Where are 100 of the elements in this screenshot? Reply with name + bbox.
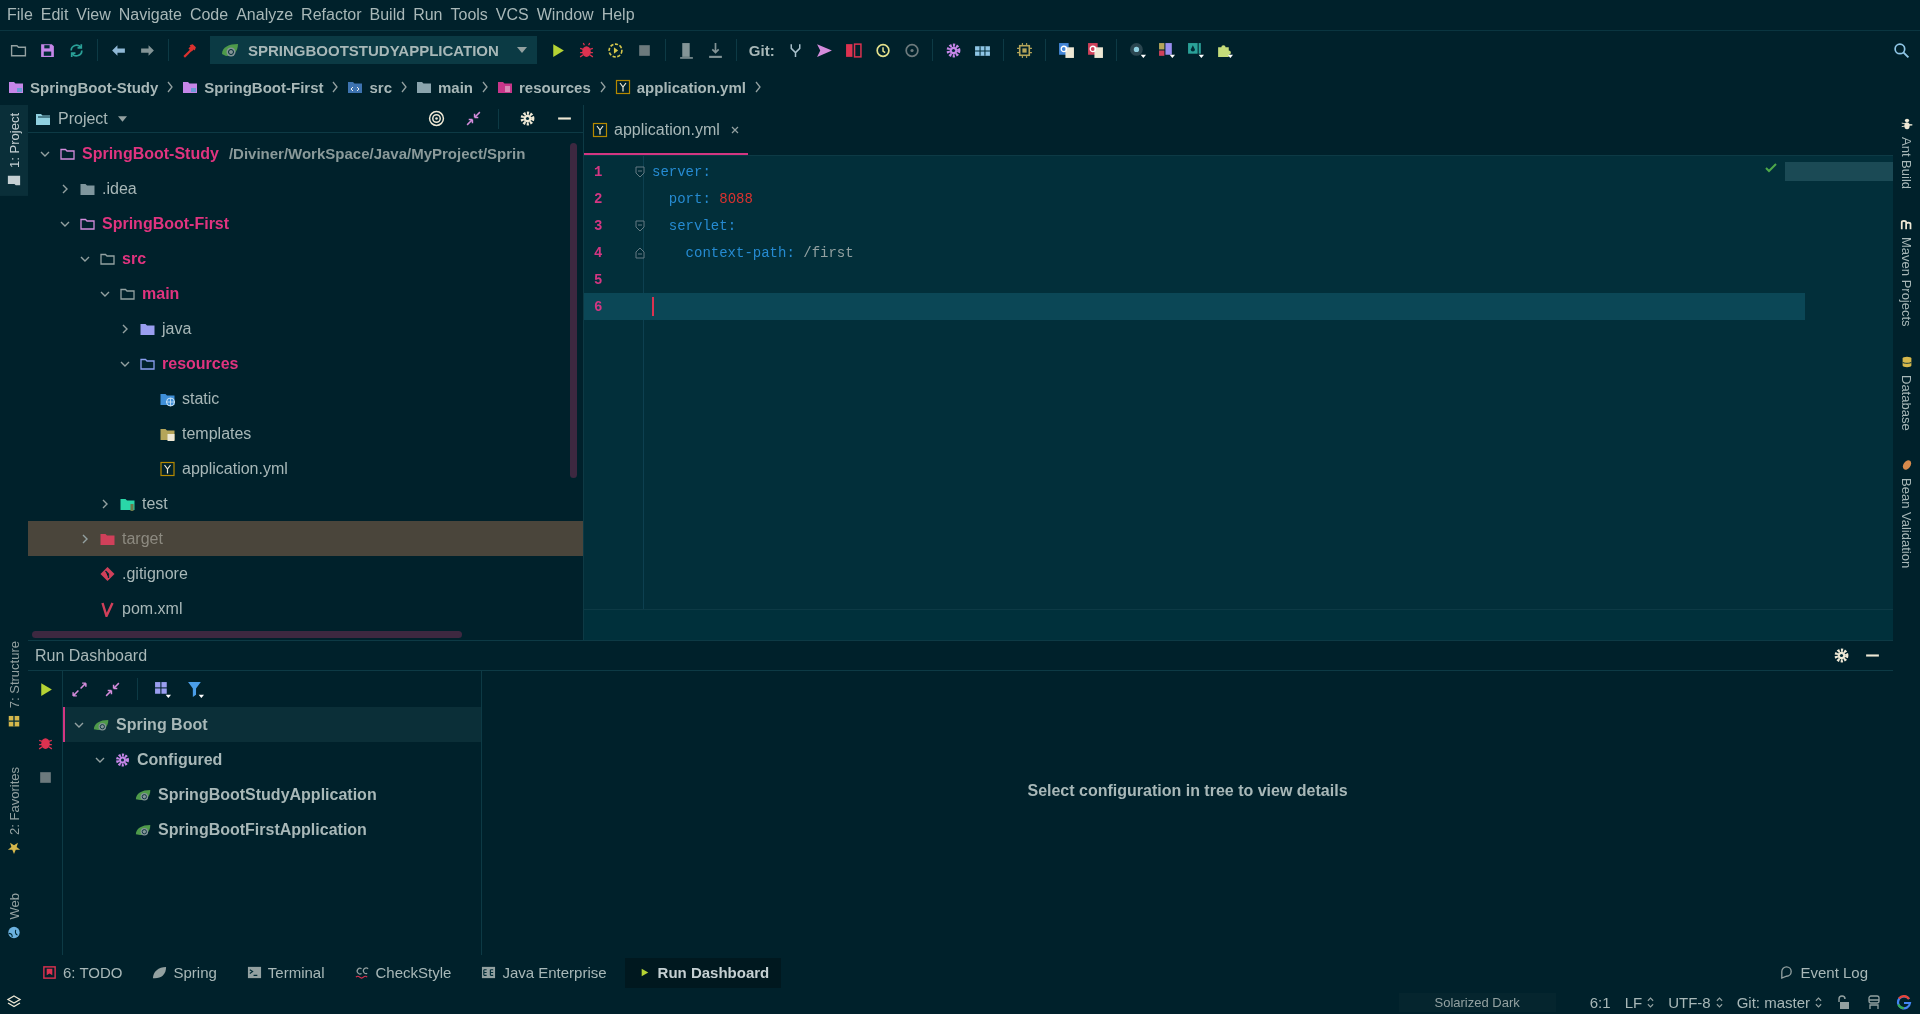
search-icon[interactable] [1893,41,1910,59]
g-icon[interactable] [1896,994,1912,1010]
menu-item[interactable]: VCS [494,6,536,24]
expand-icon[interactable] [71,680,88,698]
tool-window-tab[interactable]: Bean Validation [1899,458,1914,569]
tree-item[interactable]: src [28,241,583,276]
tool-window-tab[interactable]: Web [0,884,28,947]
lock-icon[interactable] [1836,994,1852,1010]
menu-item[interactable]: View [75,6,118,24]
menu-item[interactable]: Build [368,6,413,24]
tree-item[interactable]: .gitignore [28,556,583,591]
scrollbar[interactable] [32,631,462,638]
menu-item[interactable]: Refactor [300,6,369,24]
tree-item[interactable]: test [28,486,583,521]
breadcrumb-item[interactable]: resources [497,78,591,96]
tree-item[interactable]: templates [28,416,583,451]
tree-item[interactable]: resources [28,346,583,381]
hammer-icon[interactable] [181,41,198,59]
robot-icon[interactable] [1866,994,1882,1010]
menu-item[interactable]: Edit [39,6,76,24]
panel-title[interactable]: Project [58,109,108,128]
tree-item[interactable]: main [28,276,583,311]
run-configuration-dropdown[interactable]: SPRINGBOOTSTUDYAPPLICATION [210,36,537,64]
tool-window-tab[interactable]: 1: Project [0,105,28,196]
fold-icon[interactable] [635,219,645,232]
menu-item[interactable]: Window [535,6,601,24]
menu-item[interactable]: File [6,6,40,24]
history-icon[interactable] [873,41,891,59]
settings-icon[interactable] [944,41,962,59]
tool-window-tab[interactable]: Database [1899,354,1914,431]
settings-icon[interactable] [519,110,536,127]
menu-item[interactable]: Run [412,6,450,24]
event-log-button[interactable]: Event Log [1767,957,1880,988]
tool-window-tab[interactable]: Ant Build [1899,117,1914,190]
group-icon[interactable] [154,680,171,698]
tool-window-tab[interactable]: 7: Structure [0,633,28,737]
target-icon[interactable] [428,110,445,127]
branch-selector[interactable]: Git: master [1736,993,1822,1011]
revert-icon[interactable] [902,41,920,59]
close-icon[interactable] [729,125,740,135]
tree-item[interactable]: application.yml [28,451,583,486]
tool-window-tab[interactable]: Maven Projects [1899,217,1914,327]
tree-item[interactable]: .idea [28,171,583,206]
tree-item[interactable]: SpringBoot-First [28,206,583,241]
collapse-icon[interactable] [465,110,482,127]
tree-label: .idea [102,179,137,198]
layout-icon[interactable] [1157,41,1175,59]
tool-window-tab[interactable]: Terminal [234,957,337,988]
save-icon[interactable] [39,41,56,59]
coverage-run-icon[interactable] [606,41,624,59]
breadcrumb-item[interactable]: SpringBoot-Study [8,78,159,96]
breadcrumb-item[interactable]: application.yml [614,78,746,96]
tree-item[interactable]: SpringBootFirstApplication [63,812,481,847]
caret-position[interactable]: 6:1 [1589,993,1611,1011]
fold-icon[interactable] [635,246,645,259]
tree-item[interactable]: SpringBootStudyApplication [63,777,481,812]
tool-window-tab[interactable]: CheckStyle [342,957,464,988]
bug-icon[interactable] [577,41,595,59]
breadcrumb-item[interactable]: SpringBoot-First [182,78,324,96]
breadcrumb-item[interactable]: main [416,78,474,96]
caret-icon[interactable] [117,115,127,122]
scrollbar[interactable] [570,143,577,478]
tool-window-tab[interactable]: Java Enterprise [469,957,619,988]
menu-item[interactable]: Code [188,6,236,24]
drop-icon[interactable] [1186,41,1204,59]
breadcrumb-item[interactable]: src [347,78,392,96]
settings-icon[interactable] [1833,647,1850,664]
download-icon[interactable] [706,41,724,59]
collapse-icon[interactable] [104,680,121,698]
tree-label: application.yml [182,459,288,478]
tree-item[interactable]: SpringBoot-Study /Diviner/WorkSpace/Java/MyProject/Sprin [28,136,583,171]
menu-item[interactable]: Analyze [235,6,301,24]
menu-item[interactable]: Help [600,6,642,24]
record-icon[interactable] [1128,41,1146,59]
tool-window-tab[interactable]: Spring [140,957,229,988]
tool-window-tab[interactable]: 2: Favorites [0,758,28,863]
refresh-icon[interactable] [68,41,85,59]
tree-item[interactable]: static [28,381,583,416]
editor-tab[interactable]: application.yml [584,107,748,155]
tool-window-tab[interactable]: 6: TODO [30,957,135,988]
line-separator-selector[interactable]: LF [1624,993,1655,1011]
device-icon[interactable] [677,41,695,59]
translate-icon[interactable] [1057,41,1075,59]
menu-item[interactable]: Navigate [117,6,189,24]
theme-label[interactable]: Solarized Dark [1398,992,1556,1012]
layers-icon[interactable] [6,994,22,1010]
encoding-selector[interactable]: UTF-8 [1668,993,1723,1011]
send-icon[interactable] [815,41,833,59]
tree-item[interactable]: Spring Boot [63,707,481,742]
translate-icon[interactable] [1086,41,1104,59]
tool-window-tab[interactable]: Run Dashboard [624,957,782,988]
compare-icon[interactable] [844,41,862,59]
tree-item[interactable]: pom.xml [28,591,583,626]
tree-item[interactable]: java [28,311,583,346]
menu-item[interactable]: Tools [449,6,495,24]
code-line: context-path: /first [684,244,854,261]
tree-item[interactable]: Configured [63,742,481,777]
fold-icon[interactable] [635,165,645,178]
chip-icon[interactable] [1015,41,1033,59]
filter-icon[interactable] [187,680,204,698]
